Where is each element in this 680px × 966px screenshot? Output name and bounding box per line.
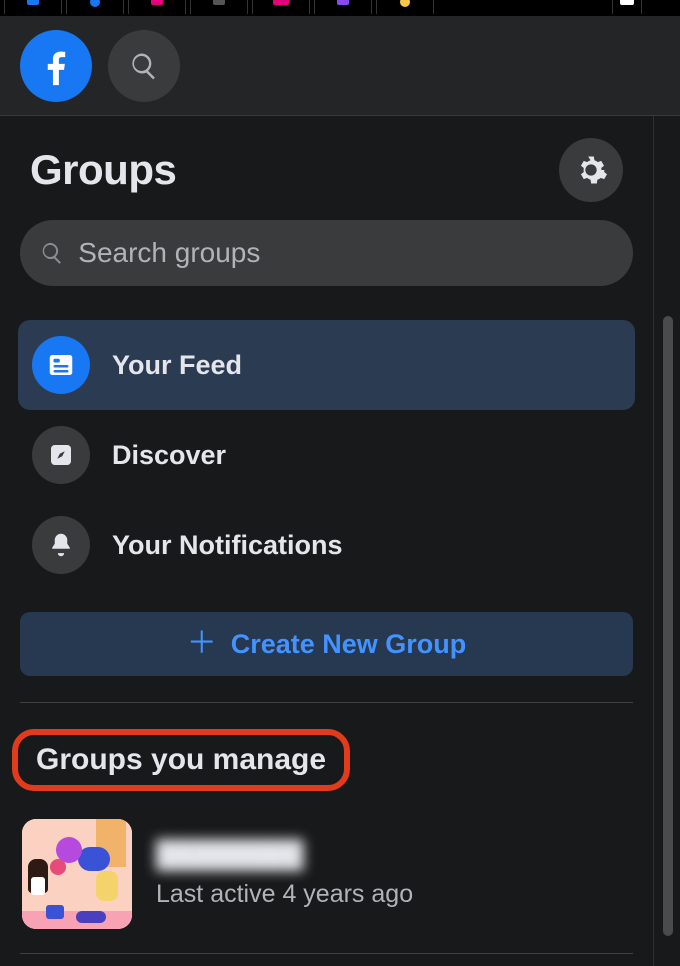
settings-button[interactable]: [559, 138, 623, 202]
page-title: Groups: [30, 146, 176, 194]
group-thumbnail: [22, 819, 132, 929]
group-row[interactable]: ████████ Last active 4 years ago: [18, 801, 635, 953]
browser-tab-strip: [0, 0, 680, 16]
header-search-button[interactable]: [108, 30, 180, 102]
nav-item-notifications[interactable]: Your Notifications: [18, 500, 635, 590]
create-new-group-button[interactable]: ＋ Create New Group: [20, 612, 633, 676]
section-header-groups-you-manage: Groups you manage: [12, 729, 350, 791]
scrollbar[interactable]: [663, 316, 673, 936]
nav-list: Your Feed Discover Your Notifications: [18, 310, 635, 590]
nav-item-your-feed[interactable]: Your Feed: [18, 320, 635, 410]
group-info: ████████ Last active 4 years ago: [156, 839, 413, 909]
plus-icon: ＋: [187, 629, 217, 659]
search-icon: [129, 51, 159, 81]
nav-item-discover[interactable]: Discover: [18, 410, 635, 500]
nav-label: Your Notifications: [112, 530, 343, 561]
groups-panel: Groups Your Feed Discover Your Notificat…: [0, 116, 654, 966]
search-groups[interactable]: [20, 220, 633, 286]
nav-label: Your Feed: [112, 350, 242, 381]
search-icon: [40, 240, 64, 266]
facebook-f-icon: [33, 43, 79, 89]
group-name: ████████: [156, 839, 413, 870]
feed-icon: [32, 336, 90, 394]
panel-title-row: Groups: [18, 138, 635, 220]
bell-icon: [32, 516, 90, 574]
create-button-label: Create New Group: [231, 629, 467, 660]
facebook-logo[interactable]: [20, 30, 92, 102]
group-subtitle: Last active 4 years ago: [156, 880, 413, 909]
gear-icon: [574, 153, 608, 187]
nav-label: Discover: [112, 440, 226, 471]
divider: [20, 953, 633, 954]
search-groups-input[interactable]: [78, 237, 613, 269]
app-header: [0, 16, 680, 116]
compass-icon: [32, 426, 90, 484]
